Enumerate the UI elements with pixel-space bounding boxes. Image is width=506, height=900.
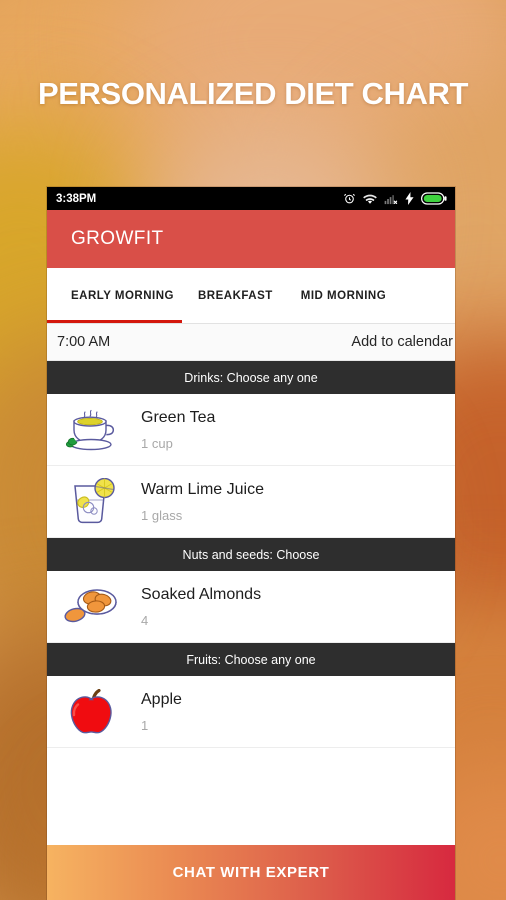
add-to-calendar-button[interactable]: Add to calendar xyxy=(351,334,453,350)
food-quantity: 1 cup xyxy=(141,435,173,451)
app-title: GROWFIT xyxy=(71,228,164,249)
phone-screenshot: 3:38PM GROWFIT EARLY MORNING BREAKFAST M… xyxy=(47,187,455,900)
meal-time-row: 7:00 AM Add to calendar xyxy=(47,324,455,361)
signal-no-service-icon xyxy=(384,193,398,205)
section-header-fruits: Fruits: Choose any one xyxy=(47,643,455,676)
list-empty-space xyxy=(47,748,455,845)
alarm-icon xyxy=(343,192,356,205)
charging-bolt-icon xyxy=(405,192,414,205)
food-quantity: 1 glass xyxy=(141,507,183,523)
list-item[interactable]: Green Tea 1 cup xyxy=(47,394,455,466)
food-quantity: 1 xyxy=(141,717,149,733)
food-quantity: 4 xyxy=(141,612,149,628)
tab-bar: EARLY MORNING BREAKFAST MID MORNING xyxy=(47,268,455,324)
section-header-drinks: Drinks: Choose any one xyxy=(47,361,455,394)
promo-headline: PERSONALIZED DIET CHART xyxy=(38,76,468,111)
section-header-nuts-and-seeds: Nuts and seeds: Choose xyxy=(47,538,455,571)
active-tab-indicator xyxy=(47,320,182,323)
tab-mid-morning[interactable]: MID MORNING xyxy=(301,268,386,323)
lime-juice-glass-icon xyxy=(61,476,123,528)
food-name: Soaked Almonds xyxy=(141,586,262,604)
tea-cup-icon xyxy=(61,404,123,456)
list-item[interactable]: Soaked Almonds 4 xyxy=(47,571,455,643)
status-bar: 3:38PM xyxy=(47,187,455,210)
list-item[interactable]: Warm Lime Juice 1 glass xyxy=(47,466,455,538)
status-bar-clock: 3:38PM xyxy=(56,192,97,205)
list-item[interactable]: Apple 1 xyxy=(47,676,455,748)
app-bar: GROWFIT xyxy=(47,210,455,268)
food-name: Apple xyxy=(141,691,182,709)
wifi-icon xyxy=(363,193,377,205)
battery-icon xyxy=(421,192,447,205)
almonds-bowl-icon xyxy=(61,581,123,633)
chat-with-expert-button[interactable]: CHAT WITH EXPERT xyxy=(47,845,455,900)
tab-early-morning[interactable]: EARLY MORNING xyxy=(47,268,198,323)
tab-breakfast[interactable]: BREAKFAST xyxy=(198,268,301,323)
meal-time-label: 7:00 AM xyxy=(57,334,111,350)
food-name: Green Tea xyxy=(141,409,216,427)
apple-icon xyxy=(61,686,123,738)
food-name: Warm Lime Juice xyxy=(141,481,264,499)
